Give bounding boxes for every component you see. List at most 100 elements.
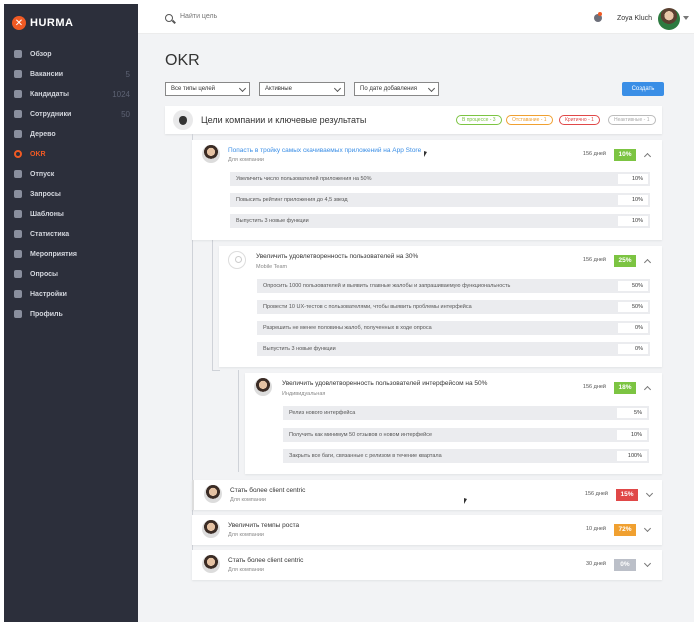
key-result-percent[interactable]: 10% bbox=[617, 430, 647, 440]
key-result-percent[interactable]: 10% bbox=[618, 174, 648, 184]
sidebar-item-label: Профиль bbox=[30, 310, 63, 318]
status-badge-critical[interactable]: Критично - 1 bbox=[559, 115, 600, 125]
avatar[interactable] bbox=[658, 8, 680, 30]
sidebar-item-statistics[interactable]: Статистика bbox=[4, 224, 138, 244]
sidebar-item-label: Дерево bbox=[30, 130, 56, 138]
sidebar-item-label: Мероприятия bbox=[30, 250, 77, 258]
sidebar-item-label: Отпуск bbox=[30, 170, 55, 178]
goal-title[interactable]: Попасть в тройку самых скачиваемых прило… bbox=[228, 147, 421, 154]
key-result-percent[interactable]: 0% bbox=[618, 323, 648, 333]
days-left: 156 дней bbox=[582, 151, 606, 157]
key-result-percent[interactable]: 5% bbox=[617, 408, 647, 418]
goal-card[interactable]: Увеличить удовлетворенность пользователе… bbox=[245, 373, 662, 474]
sidebar-item-label: Вакансии bbox=[30, 70, 64, 78]
days-left: 10 дней bbox=[585, 526, 606, 532]
key-result-row[interactable]: Провести 10 UX-тестов с пользователями, … bbox=[257, 300, 650, 314]
goal-card[interactable]: Увеличить темпы роста Для компании 10 дн… bbox=[192, 515, 662, 545]
mouse-cursor-icon bbox=[464, 498, 467, 504]
chevron-down-icon[interactable] bbox=[643, 559, 652, 568]
key-result-label: Выпустить 3 новые функции bbox=[236, 218, 309, 224]
key-result-row[interactable]: Опросить 1000 пользователей и выявить гл… bbox=[257, 279, 650, 293]
key-result-percent[interactable]: 10% bbox=[618, 216, 648, 226]
sidebar-item-okr[interactable]: OKR bbox=[4, 144, 138, 164]
chevron-up-icon[interactable] bbox=[643, 385, 652, 394]
goal-type-select[interactable]: Все типы целей bbox=[165, 82, 250, 96]
vacation-icon bbox=[14, 170, 22, 178]
sort-select[interactable]: По дате добавления bbox=[354, 82, 439, 96]
chevron-down-icon[interactable] bbox=[645, 489, 654, 498]
sidebar-item-label: Статистика bbox=[30, 230, 70, 238]
sidebar-item-events[interactable]: Мероприятия bbox=[4, 244, 138, 264]
sidebar-item-overview[interactable]: Обзор bbox=[4, 44, 138, 64]
key-result-row[interactable]: Выпустить 3 новые функции 0% bbox=[257, 342, 650, 356]
avatar bbox=[204, 485, 222, 503]
goal-subtitle: Mobile Team bbox=[256, 264, 288, 270]
sidebar-item-requests[interactable]: Запросы bbox=[4, 184, 138, 204]
create-button[interactable]: Создать bbox=[622, 82, 664, 96]
chevron-down-icon[interactable] bbox=[683, 16, 689, 20]
sidebar-item-tree[interactable]: Дерево bbox=[4, 124, 138, 144]
search-input[interactable] bbox=[180, 13, 380, 20]
goal-title[interactable]: Увеличить удовлетворенность пользователе… bbox=[282, 380, 487, 387]
sidebar-item-vacation[interactable]: Отпуск bbox=[4, 164, 138, 184]
key-result-row[interactable]: Закрыть все баги, связанные с релизом в … bbox=[283, 449, 649, 463]
sidebar-item-polls[interactable]: Опросы bbox=[4, 264, 138, 284]
key-result-label: Релиз нового интерфейса bbox=[289, 410, 356, 416]
key-result-label: Повысить рейтинг приложения до 4,5 звезд bbox=[236, 197, 348, 203]
apple-icon bbox=[173, 110, 193, 130]
sidebar-item-settings[interactable]: Настройки bbox=[4, 284, 138, 304]
sidebar-item-label: Опросы bbox=[30, 270, 59, 278]
key-result-percent[interactable]: 100% bbox=[617, 451, 647, 461]
key-result-row[interactable]: Релиз нового интерфейса 5% bbox=[283, 406, 649, 420]
sidebar-item-employees[interactable]: Сотрудники 50 bbox=[4, 104, 138, 124]
key-result-percent[interactable]: 50% bbox=[618, 302, 648, 312]
sidebar-item-count: 1024 bbox=[112, 89, 130, 99]
key-result-percent[interactable]: 0% bbox=[618, 344, 648, 354]
key-result-row[interactable]: Увеличить число пользователей приложения… bbox=[230, 172, 650, 186]
sidebar-item-label: Настройки bbox=[30, 290, 67, 298]
key-result-row[interactable]: Получить как минимум 50 отзывов о новом … bbox=[283, 428, 649, 442]
sidebar-item-label: OKR bbox=[30, 150, 46, 158]
sidebar-item-templates[interactable]: Шаблоны bbox=[4, 204, 138, 224]
status-select[interactable]: Активные bbox=[259, 82, 345, 96]
goal-title[interactable]: Стать более client centric bbox=[228, 557, 303, 564]
sidebar-item-count: 5 bbox=[125, 69, 130, 79]
goal-card[interactable]: Стать более client centric Для компании … bbox=[192, 480, 662, 510]
days-left: 156 дней bbox=[582, 257, 606, 263]
chevron-up-icon[interactable] bbox=[643, 258, 652, 267]
key-result-label: Получить как минимум 50 отзывов о новом … bbox=[289, 432, 433, 438]
avatar bbox=[202, 520, 220, 538]
goal-card[interactable]: Увеличить удовлетворенность пользователе… bbox=[219, 246, 662, 367]
goal-title[interactable]: Увеличить темпы роста bbox=[228, 522, 299, 529]
sidebar-item-label: Обзор bbox=[30, 50, 52, 58]
key-result-percent[interactable]: 50% bbox=[618, 281, 648, 291]
mouse-cursor-icon bbox=[424, 151, 427, 157]
chevron-up-icon[interactable] bbox=[643, 152, 652, 161]
goal-title[interactable]: Стать более client centric bbox=[230, 487, 305, 494]
target-icon bbox=[14, 150, 22, 158]
goal-title[interactable]: Увеличить удовлетворенность пользователе… bbox=[256, 253, 418, 260]
key-result-label: Выпустить 3 новые функции bbox=[263, 346, 336, 352]
avatar bbox=[202, 145, 220, 163]
key-result-percent[interactable]: 10% bbox=[618, 195, 648, 205]
goal-card[interactable]: Попасть в тройку самых скачиваемых прило… bbox=[192, 140, 662, 240]
chevron-down-icon[interactable] bbox=[643, 524, 652, 533]
sort-value: По дате добавления bbox=[360, 86, 417, 92]
logo[interactable]: ✕ HURMA bbox=[12, 16, 73, 30]
goal-card[interactable]: Стать более client centric Для компании … bbox=[192, 550, 662, 580]
key-result-row[interactable]: Разрешить не менее половины жалоб, получ… bbox=[257, 321, 650, 335]
status-badge-behind[interactable]: Отставание - 1 bbox=[506, 115, 553, 125]
sidebar-item-candidates[interactable]: Кандидаты 1024 bbox=[4, 84, 138, 104]
username[interactable]: Zoya Kluch bbox=[617, 15, 652, 22]
dashboard-icon bbox=[14, 50, 22, 58]
key-result-row[interactable]: Повысить рейтинг приложения до 4,5 звезд… bbox=[230, 193, 650, 207]
status-badge-in-progress[interactable]: В процессе - 3 bbox=[456, 115, 502, 125]
requests-icon bbox=[14, 190, 22, 198]
sidebar-item-vacancies[interactable]: Вакансии 5 bbox=[4, 64, 138, 84]
topbar: Zoya Kluch bbox=[138, 4, 694, 34]
key-result-row[interactable]: Выпустить 3 новые функции 10% bbox=[230, 214, 650, 228]
avatar bbox=[228, 251, 246, 269]
search-icon[interactable] bbox=[165, 14, 173, 22]
sidebar-item-profile[interactable]: Профиль bbox=[4, 304, 138, 324]
status-badge-inactive[interactable]: Неактивные - 1 bbox=[608, 115, 656, 125]
